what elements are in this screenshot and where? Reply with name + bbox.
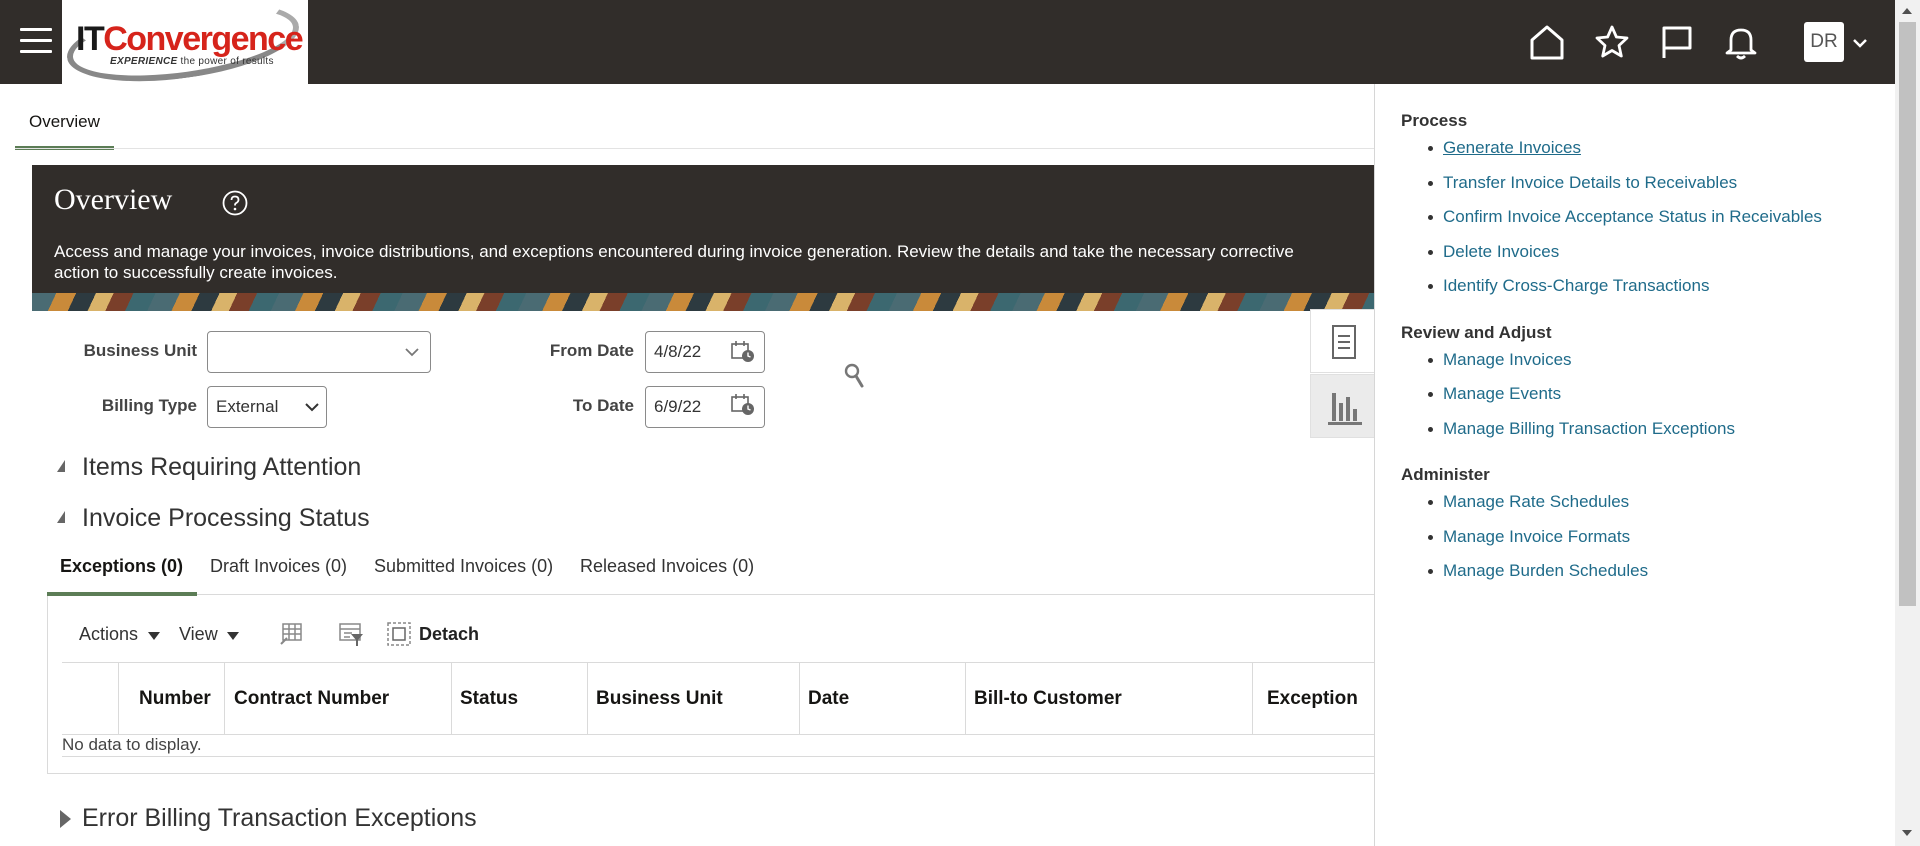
list-bullet	[1428, 146, 1433, 151]
link-transfer-invoice-details[interactable]: Transfer Invoice Details to Receivables	[1443, 173, 1737, 193]
column-number[interactable]: Number	[118, 663, 224, 734]
link-generate-invoices[interactable]: Generate Invoices	[1443, 138, 1581, 158]
actions-menu[interactable]: Actions	[79, 624, 138, 645]
list-bullet	[1428, 215, 1433, 220]
view-menu[interactable]: View	[179, 624, 218, 645]
logo-tagline-rest: the power of results	[177, 56, 274, 67]
subtab-submitted-invoices[interactable]: Submitted Invoices (0)	[374, 556, 553, 577]
list-bullet	[1428, 358, 1433, 363]
review-heading: Review and Adjust	[1401, 323, 1552, 342]
column-contract-number[interactable]: Contract Number	[224, 663, 451, 734]
link-manage-invoice-formats[interactable]: Manage Invoice Formats	[1443, 527, 1630, 547]
logo-tagline: EXPERIENCE the power of results	[110, 56, 274, 67]
chevron-down-icon[interactable]	[1851, 34, 1869, 52]
list-bullet	[1428, 569, 1433, 574]
company-logo[interactable]: ITConvergence EXPERIENCE the power of re…	[62, 0, 308, 84]
query-by-example-icon[interactable]	[337, 620, 365, 648]
column-status[interactable]: Status	[451, 663, 587, 734]
logo-tagline-bold: EXPERIENCE	[110, 56, 178, 67]
freeze-columns-icon[interactable]	[277, 620, 305, 648]
section-error-billing-exceptions[interactable]: Error Billing Transaction Exceptions	[82, 804, 477, 833]
help-icon[interactable]	[222, 190, 248, 216]
column-exception[interactable]: Exception	[1252, 663, 1375, 734]
list-bullet	[1428, 284, 1433, 289]
column-date[interactable]: Date	[799, 663, 965, 734]
to-date-value: 6/9/22	[654, 397, 702, 416]
table-header-row: Number Contract Number Status Business U…	[62, 662, 1375, 735]
link-manage-rate-schedules[interactable]: Manage Rate Schedules	[1443, 492, 1629, 512]
page-description: Access and manage your invoices, invoice…	[54, 242, 1294, 282]
banner-pattern	[32, 293, 1375, 311]
scroll-down-arrow-icon[interactable]	[1902, 830, 1912, 836]
calendar-icon[interactable]	[730, 340, 756, 364]
column-business-unit[interactable]: Business Unit	[587, 663, 799, 734]
hamburger-menu-icon[interactable]	[20, 28, 52, 56]
link-confirm-invoice-acceptance[interactable]: Confirm Invoice Acceptance Status in Rec…	[1443, 207, 1822, 227]
link-delete-invoices[interactable]: Delete Invoices	[1443, 242, 1559, 262]
process-heading: Process	[1401, 111, 1468, 130]
home-icon[interactable]	[1527, 22, 1567, 62]
link-manage-events[interactable]: Manage Events	[1443, 384, 1561, 404]
view-caret-icon[interactable]	[227, 632, 239, 640]
chevron-down-icon[interactable]	[404, 344, 420, 360]
analytics-side-tab[interactable]	[1310, 374, 1375, 438]
link-manage-burden-schedules[interactable]: Manage Burden Schedules	[1443, 561, 1648, 581]
calendar-icon[interactable]	[730, 393, 756, 417]
empty-table-message: No data to display.	[62, 735, 202, 754]
section-invoice-processing-status[interactable]: Invoice Processing Status	[82, 504, 370, 533]
detach-button[interactable]: Detach	[419, 624, 479, 645]
tab-overview[interactable]: Overview	[15, 100, 114, 150]
administer-heading: Administer	[1401, 465, 1490, 484]
subtab-divider	[47, 594, 1375, 595]
search-icon[interactable]	[843, 362, 867, 390]
subtab-released-invoices[interactable]: Released Invoices (0)	[580, 556, 754, 577]
logo-brand-convergence: Convergence	[103, 20, 303, 58]
from-date-value: 4/8/22	[654, 342, 702, 361]
column-bill-to-customer[interactable]: Bill-to Customer	[965, 663, 1252, 734]
actions-caret-icon[interactable]	[148, 632, 160, 640]
scroll-up-arrow-icon[interactable]	[1902, 8, 1912, 14]
list-bullet	[1428, 500, 1433, 505]
list-bullet	[1428, 181, 1433, 186]
chevron-down-icon[interactable]	[304, 399, 320, 415]
user-avatar[interactable]: DR	[1804, 22, 1844, 62]
document-icon	[1332, 325, 1356, 359]
from-date-label: From Date	[549, 341, 634, 360]
logo-brand-it: IT	[76, 20, 105, 58]
overview-banner: Overview Access and manage your invoices…	[32, 165, 1375, 311]
billing-type-label: Billing Type	[101, 396, 197, 415]
tasks-side-tab[interactable]	[1310, 309, 1375, 373]
business-unit-select[interactable]	[207, 331, 431, 373]
bell-icon[interactable]	[1721, 22, 1761, 62]
logo-brand: ITConvergence	[76, 20, 304, 59]
tab-divider	[15, 148, 1375, 149]
link-manage-billing-exceptions[interactable]: Manage Billing Transaction Exceptions	[1443, 419, 1735, 439]
bar-chart-icon	[1328, 393, 1362, 425]
list-bullet	[1428, 427, 1433, 432]
link-identify-cross-charge[interactable]: Identify Cross-Charge Transactions	[1443, 276, 1709, 296]
page-scrollbar[interactable]	[1895, 0, 1920, 846]
flag-icon[interactable]	[1656, 22, 1696, 62]
star-icon[interactable]	[1592, 22, 1632, 62]
to-date-label: To Date	[572, 396, 634, 415]
page-title: Overview	[54, 183, 173, 216]
detach-icon[interactable]	[385, 620, 413, 648]
table-bottom-border	[62, 756, 1375, 757]
subtab-draft-invoices[interactable]: Draft Invoices (0)	[210, 556, 347, 577]
collapse-triangle-icon[interactable]	[57, 511, 65, 523]
list-bullet	[1428, 535, 1433, 540]
section-items-requiring-attention[interactable]: Items Requiring Attention	[82, 453, 361, 482]
billing-type-value: External	[216, 397, 279, 416]
link-manage-invoices[interactable]: Manage Invoices	[1443, 350, 1572, 370]
business-unit-label: Business Unit	[83, 341, 197, 360]
expand-triangle-icon[interactable]	[60, 810, 71, 828]
list-bullet	[1428, 250, 1433, 255]
subtab-exceptions[interactable]: Exceptions (0)	[60, 556, 183, 577]
scrollbar-thumb[interactable]	[1899, 22, 1916, 606]
collapse-triangle-icon[interactable]	[57, 460, 65, 472]
list-bullet	[1428, 392, 1433, 397]
